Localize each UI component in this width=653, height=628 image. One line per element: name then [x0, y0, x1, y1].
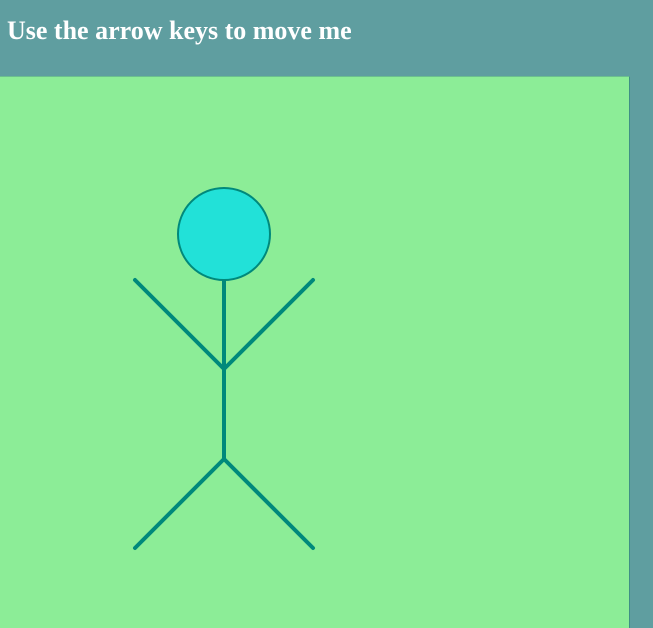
left-arm — [133, 278, 226, 371]
instruction-text: Use the arrow keys to move me — [7, 16, 352, 45]
right-leg — [222, 457, 315, 550]
left-leg — [133, 457, 226, 550]
head — [177, 187, 271, 281]
stick-figure — [133, 187, 315, 550]
stick-figure-icon — [133, 187, 315, 550]
right-arm — [222, 278, 315, 371]
game-canvas[interactable] — [0, 76, 630, 628]
